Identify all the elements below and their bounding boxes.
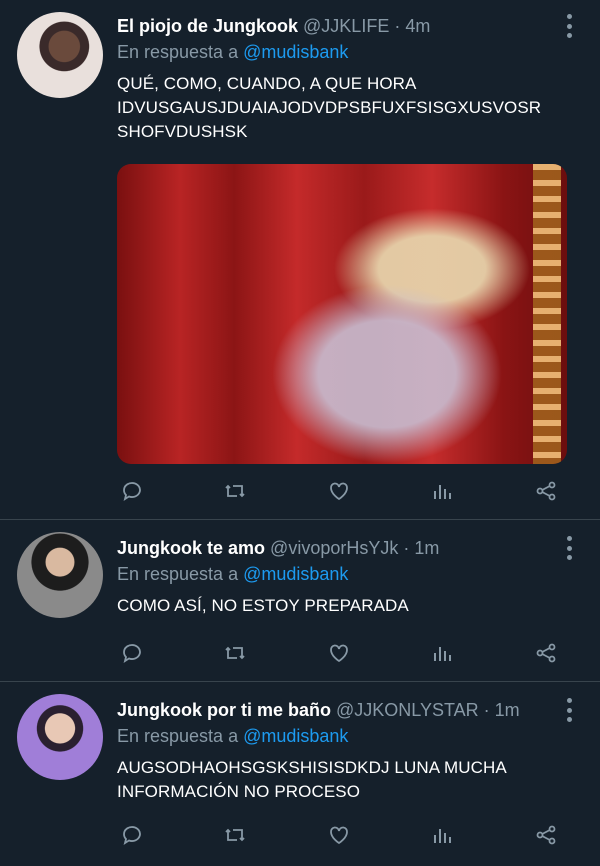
tweet-text-line: AUGSODHAOHSGSKSHISISDKDJ LUNA MUCHA xyxy=(117,758,507,777)
tweet-text: QUÉ, COMO, CUANDO, A QUE HORA IDVUSGAUSJ… xyxy=(117,72,570,144)
reply-prefix: En respuesta a xyxy=(117,726,239,746)
tweet-text-line: COMO ASÍ, NO ESTOY PREPARADA xyxy=(117,596,409,615)
display-name[interactable]: Jungkook por ti me baño xyxy=(117,700,331,720)
tweet-text-line: SHOFVDUSHSK xyxy=(117,122,248,141)
media-decoration xyxy=(533,164,561,464)
timestamp[interactable]: 4m xyxy=(405,16,430,36)
retweet-icon[interactable] xyxy=(220,820,250,850)
separator-dot: · xyxy=(398,538,415,558)
tweet[interactable]: El piojo de Jungkook @JJKLIFE · 4m En re… xyxy=(0,0,600,520)
tweet-text: AUGSODHAOHSGSKSHISISDKDJ LUNA MUCHA INFO… xyxy=(117,756,570,804)
tweet-text-line: QUÉ, COMO, CUANDO, A QUE HORA xyxy=(117,74,417,93)
timestamp[interactable]: 1m xyxy=(414,538,439,558)
retweet-icon[interactable] xyxy=(220,638,250,668)
share-icon[interactable] xyxy=(531,638,561,668)
retweet-icon[interactable] xyxy=(220,476,250,506)
user-handle[interactable]: @JJKONLYSTAR xyxy=(336,700,479,720)
avatar[interactable] xyxy=(17,694,103,780)
avatar[interactable] xyxy=(17,532,103,618)
display-name[interactable]: El piojo de Jungkook xyxy=(117,16,298,36)
like-icon[interactable] xyxy=(324,476,354,506)
tweet-header: Jungkook por ti me baño @JJKONLYSTAR · 1… xyxy=(117,698,570,722)
like-icon[interactable] xyxy=(324,820,354,850)
tweet-actions xyxy=(117,476,562,506)
user-handle[interactable]: @vivoporHsYJk xyxy=(270,538,398,558)
tweet-text-line: IDVUSGAUSJDUAIAJODVDPSBFUXFSISGXUSVOSR xyxy=(117,98,542,117)
share-icon[interactable] xyxy=(531,476,561,506)
tweet[interactable]: Jungkook por ti me baño @JJKONLYSTAR · 1… xyxy=(0,682,600,866)
stats-icon[interactable] xyxy=(427,820,457,850)
stats-icon[interactable] xyxy=(427,476,457,506)
tweet-text: COMO ASÍ, NO ESTOY PREPARADA xyxy=(117,594,570,618)
tweet-header: El piojo de Jungkook @JJKLIFE · 4m xyxy=(117,14,570,38)
reply-icon[interactable] xyxy=(117,638,147,668)
reply-mention-link[interactable]: @mudisbank xyxy=(243,564,348,584)
stats-icon[interactable] xyxy=(427,638,457,668)
like-icon[interactable] xyxy=(324,638,354,668)
reply-context: En respuesta a @mudisbank xyxy=(117,40,570,64)
more-options-icon[interactable] xyxy=(566,698,572,722)
tweet-header: Jungkook te amo @vivoporHsYJk · 1m xyxy=(117,536,570,560)
share-icon[interactable] xyxy=(531,820,561,850)
timestamp[interactable]: 1m xyxy=(495,700,520,720)
tweet-actions xyxy=(117,820,562,850)
avatar[interactable] xyxy=(17,12,103,98)
tweet-media-gif[interactable] xyxy=(117,164,567,464)
reply-context: En respuesta a @mudisbank xyxy=(117,562,570,586)
more-options-icon[interactable] xyxy=(566,536,572,560)
tweet-actions xyxy=(117,638,562,668)
tweet-text-line: INFORMACIÓN NO PROCESO xyxy=(117,782,361,801)
reply-context: En respuesta a @mudisbank xyxy=(117,724,570,748)
reply-mention-link[interactable]: @mudisbank xyxy=(243,42,348,62)
display-name[interactable]: Jungkook te amo xyxy=(117,538,265,558)
separator-dot: · xyxy=(478,700,495,720)
reply-prefix: En respuesta a xyxy=(117,42,239,62)
reply-icon[interactable] xyxy=(117,820,147,850)
reply-prefix: En respuesta a xyxy=(117,564,239,584)
user-handle[interactable]: @JJKLIFE xyxy=(303,16,389,36)
reply-mention-link[interactable]: @mudisbank xyxy=(243,726,348,746)
separator-dot: · xyxy=(389,16,406,36)
tweet[interactable]: Jungkook te amo @vivoporHsYJk · 1m En re… xyxy=(0,520,600,682)
more-options-icon[interactable] xyxy=(566,14,572,38)
reply-icon[interactable] xyxy=(117,476,147,506)
